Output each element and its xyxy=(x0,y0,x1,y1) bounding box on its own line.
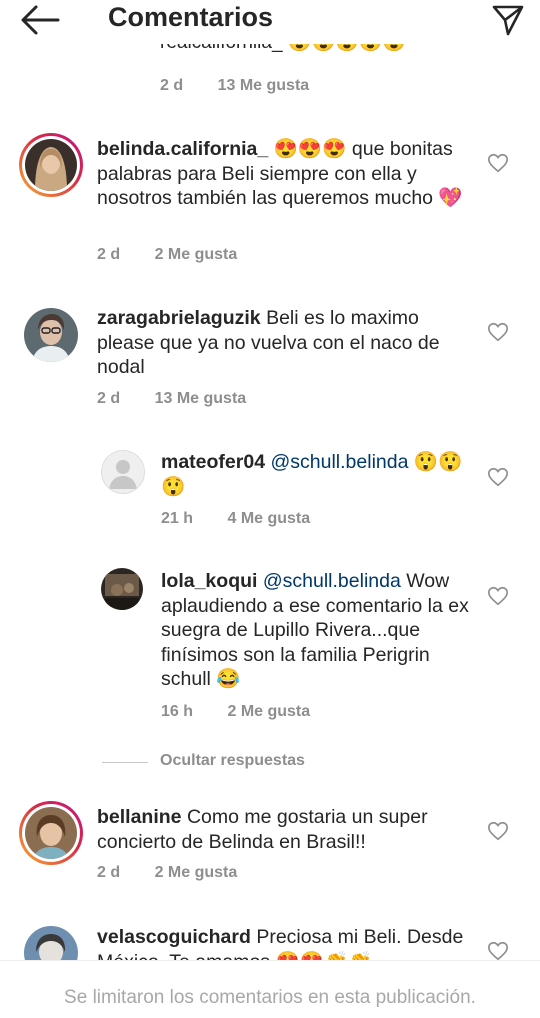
comment-body: belinda.california_ 😍😍😍 que bonitas pala… xyxy=(97,137,477,211)
paper-plane-icon[interactable] xyxy=(490,2,526,38)
comment-time: 2 d xyxy=(97,246,121,263)
comment-meta: 2 d 2 Me gusta xyxy=(97,864,267,882)
comment-likes-count[interactable]: 13 Me gusta xyxy=(155,390,247,407)
like-heart-icon[interactable] xyxy=(487,820,509,842)
like-heart-icon[interactable] xyxy=(487,321,509,343)
comments-feed[interactable]: realcaliforniia_ 😍😍😍😍😍 2 d 13 Me gusta b… xyxy=(0,0,540,960)
reply-likes-count[interactable]: 2 Me gusta xyxy=(227,703,310,720)
hide-replies-label[interactable]: Ocultar respuestas xyxy=(160,752,305,770)
reply-mention[interactable]: @schull.belinda xyxy=(263,570,401,592)
avatar[interactable] xyxy=(101,568,143,610)
avatar[interactable] xyxy=(19,801,83,865)
avatar[interactable] xyxy=(101,450,145,494)
hide-replies-divider xyxy=(102,762,148,763)
reply-body: lola_koqui @schull.belinda Wow aplaudien… xyxy=(161,569,481,692)
comment-body: zaragabrielaguzik Beli es lo maximo plea… xyxy=(97,306,477,380)
avatar[interactable] xyxy=(24,308,78,362)
comments-limited-footer: Se limitaron los comentarios en esta pub… xyxy=(0,960,540,1018)
page-title: Comentarios xyxy=(108,2,274,32)
like-heart-icon[interactable] xyxy=(487,152,509,174)
comment-meta: 2 d 13 Me gusta xyxy=(160,77,339,95)
reply-username[interactable]: lola_koqui xyxy=(161,570,257,592)
avatar-photo xyxy=(101,568,143,610)
avatar-photo xyxy=(25,807,77,859)
comment-body: velascoguichard Preciosa mi Beli. Desde … xyxy=(97,925,477,960)
avatar[interactable] xyxy=(24,926,78,960)
like-heart-icon[interactable] xyxy=(487,940,509,960)
reply-time: 21 h xyxy=(161,510,194,527)
comment-likes-count[interactable]: 13 Me gusta xyxy=(218,77,310,94)
clipped-comment-text: realcaliforniia_ 😍😍😍😍😍 xyxy=(160,44,406,62)
comment-username[interactable]: zaragabrielaguzik xyxy=(97,307,261,329)
comment-time: 2 d xyxy=(160,77,184,94)
comment-meta: 2 d 2 Me gusta xyxy=(97,246,267,264)
avatar-photo xyxy=(25,139,77,191)
comment-meta: 2 d 13 Me gusta xyxy=(97,390,276,408)
comment-username[interactable]: belinda.california_ xyxy=(97,138,268,160)
reply-username[interactable]: mateofer04 xyxy=(161,451,265,473)
comments-limited-notice: Se limitaron los comentarios en esta pub… xyxy=(64,987,476,1008)
reply-time: 16 h xyxy=(161,703,194,720)
comment-likes-count[interactable]: 2 Me gusta xyxy=(155,864,238,881)
header-bar: Comentarios xyxy=(0,0,540,40)
like-heart-icon[interactable] xyxy=(487,466,509,488)
comment-likes-count[interactable]: 2 Me gusta xyxy=(155,246,238,263)
comment-username[interactable]: velascoguichard xyxy=(97,926,251,948)
comment-time: 2 d xyxy=(97,864,121,881)
reply-likes-count[interactable]: 4 Me gusta xyxy=(227,510,310,527)
like-heart-icon[interactable] xyxy=(487,585,509,607)
default-avatar-icon xyxy=(102,451,144,493)
reply-body: mateofer04 @schull.belinda 😲😲😲 xyxy=(161,450,481,499)
comment-username[interactable]: bellanine xyxy=(97,806,182,828)
avatar-photo xyxy=(24,926,78,960)
avatar[interactable] xyxy=(19,133,83,197)
reply-mention[interactable]: @schull.belinda xyxy=(270,451,408,473)
comment-body: bellanine Como me gostaria un super conc… xyxy=(97,805,477,854)
reply-meta: 21 h 4 Me gusta xyxy=(161,510,340,528)
arrow-left-icon[interactable] xyxy=(18,4,62,36)
reply-meta: 16 h 2 Me gusta xyxy=(161,703,340,721)
avatar-photo xyxy=(24,308,78,362)
comment-time: 2 d xyxy=(97,390,121,407)
